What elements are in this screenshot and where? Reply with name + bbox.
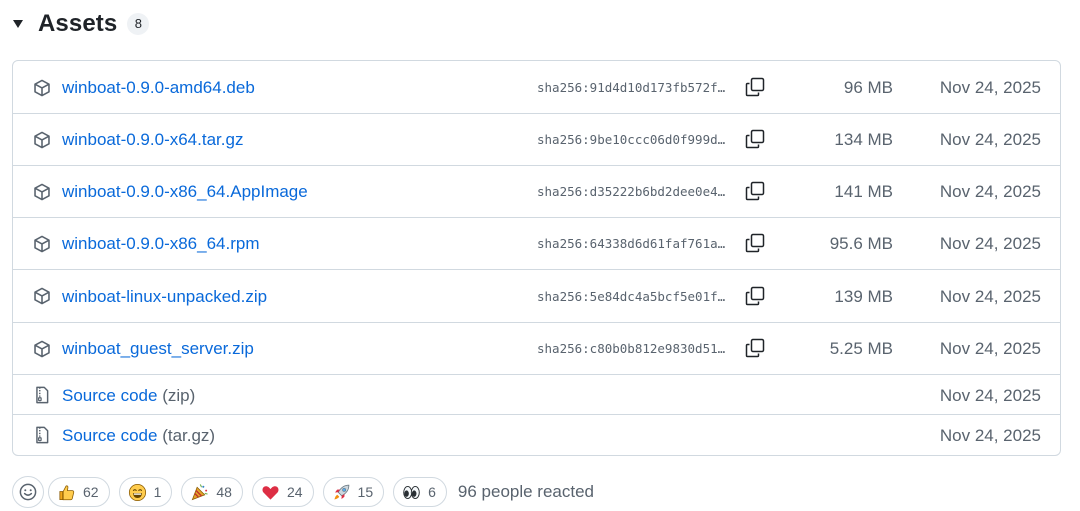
eyes-icon <box>402 483 421 502</box>
assets-header[interactable]: Assets 8 <box>12 8 150 40</box>
asset-sha256: sha256:d35222b6bd2dee0e4… <box>537 184 726 199</box>
asset-size: 134 MB <box>834 130 893 149</box>
reaction-hooray[interactable]: 48 <box>181 477 243 507</box>
package-icon <box>33 131 51 149</box>
asset-size: 5.25 MB <box>829 339 893 358</box>
asset-row: winboat_guest_server.zip sha256:c80b0b81… <box>13 323 1060 375</box>
file-zip-icon <box>33 386 51 404</box>
copy-icon[interactable] <box>745 233 765 253</box>
reaction-eyes[interactable]: 6 <box>393 477 447 507</box>
source-code-label: Source code <box>62 426 158 445</box>
copy-icon[interactable] <box>745 181 765 201</box>
asset-date: Nov 24, 2025 <box>939 426 1041 445</box>
asset-date: Nov 24, 2025 <box>939 386 1041 405</box>
assets-count-badge: 8 <box>127 13 150 35</box>
package-icon <box>33 79 51 97</box>
asset-date: Nov 24, 2025 <box>939 130 1041 149</box>
assets-title: Assets <box>38 10 118 37</box>
asset-size: 96 MB <box>843 78 893 97</box>
package-icon <box>33 235 51 253</box>
reaction-count: 62 <box>83 484 99 500</box>
asset-date: Nov 24, 2025 <box>939 78 1041 97</box>
package-icon <box>33 183 51 201</box>
asset-link[interactable]: winboat_guest_server.zip <box>62 339 254 359</box>
reaction-laugh[interactable]: 1 <box>118 477 173 507</box>
asset-sha256: sha256:9be10ccc06d0f999d… <box>537 132 726 147</box>
laugh-icon <box>128 483 147 502</box>
heart-icon <box>261 483 280 502</box>
copy-icon[interactable] <box>745 77 765 97</box>
asset-date: Nov 24, 2025 <box>939 339 1041 358</box>
asset-link[interactable]: winboat-0.9.0-amd64.deb <box>62 78 255 98</box>
asset-sha256: sha256:5e84dc4a5bcf5e01f… <box>537 289 726 304</box>
reaction-count: 15 <box>357 484 374 500</box>
asset-row: winboat-0.9.0-x86_64.rpm sha256:64338d6d… <box>13 218 1060 270</box>
hooray-icon <box>190 483 209 502</box>
asset-size: 139 MB <box>834 287 893 306</box>
source-format-suffix: (tar.gz) <box>162 426 216 445</box>
source-code-targz-link[interactable]: Source code (tar.gz) <box>62 426 215 446</box>
reaction-count: 1 <box>153 484 162 500</box>
asset-row: winboat-0.9.0-x86_64.AppImage sha256:d35… <box>13 166 1060 218</box>
source-row: Source code (zip) Nov 24, 2025 <box>13 375 1060 415</box>
asset-date: Nov 24, 2025 <box>939 287 1041 306</box>
asset-sha256: sha256:91d4d10d173fb572f… <box>537 80 726 95</box>
asset-size: 95.6 MB <box>829 234 893 253</box>
asset-size: 141 MB <box>834 182 893 201</box>
copy-icon[interactable] <box>745 338 765 358</box>
thumbs-up-icon <box>57 483 76 502</box>
package-icon <box>33 287 51 305</box>
reaction-count: 48 <box>216 484 232 500</box>
asset-link[interactable]: winboat-linux-unpacked.zip <box>62 287 267 307</box>
reactions-summary: 96 people reacted <box>457 482 595 501</box>
asset-date: Nov 24, 2025 <box>939 182 1041 201</box>
source-code-zip-link[interactable]: Source code (zip) <box>62 386 195 406</box>
asset-link[interactable]: winboat-0.9.0-x64.tar.gz <box>62 130 243 150</box>
copy-icon[interactable] <box>745 129 765 149</box>
asset-row: winboat-0.9.0-amd64.deb sha256:91d4d10d1… <box>13 61 1060 114</box>
reaction-count: 24 <box>286 484 303 500</box>
reaction-thumbs-up[interactable]: 62 <box>48 477 110 507</box>
asset-sha256: sha256:c80b0b812e9830d51… <box>537 341 726 356</box>
reaction-heart[interactable]: 24 <box>251 477 314 507</box>
asset-sha256: sha256:64338d6d61faf761a… <box>537 236 726 251</box>
rocket-icon <box>332 483 351 502</box>
copy-icon[interactable] <box>745 286 765 306</box>
source-code-label: Source code <box>62 386 158 405</box>
add-reaction-button[interactable] <box>12 476 44 508</box>
assets-list: winboat-0.9.0-amd64.deb sha256:91d4d10d1… <box>12 60 1061 456</box>
reaction-rocket[interactable]: 15 <box>322 477 385 507</box>
source-row: Source code (tar.gz) Nov 24, 2025 <box>13 415 1060 455</box>
triangle-down-icon[interactable] <box>12 19 24 29</box>
reactions-bar: 62 1 48 24 15 6 96 people reacted <box>12 476 594 508</box>
asset-row: winboat-linux-unpacked.zip sha256:5e84dc… <box>13 270 1060 323</box>
asset-link[interactable]: winboat-0.9.0-x86_64.rpm <box>62 234 260 254</box>
asset-row: winboat-0.9.0-x64.tar.gz sha256:9be10ccc… <box>13 114 1060 166</box>
asset-date: Nov 24, 2025 <box>939 234 1041 253</box>
smiley-icon <box>19 483 37 501</box>
package-icon <box>33 340 51 358</box>
source-format-suffix: (zip) <box>162 386 196 405</box>
asset-link[interactable]: winboat-0.9.0-x86_64.AppImage <box>62 182 308 202</box>
reaction-count: 6 <box>428 484 436 500</box>
file-zip-icon <box>33 426 51 444</box>
